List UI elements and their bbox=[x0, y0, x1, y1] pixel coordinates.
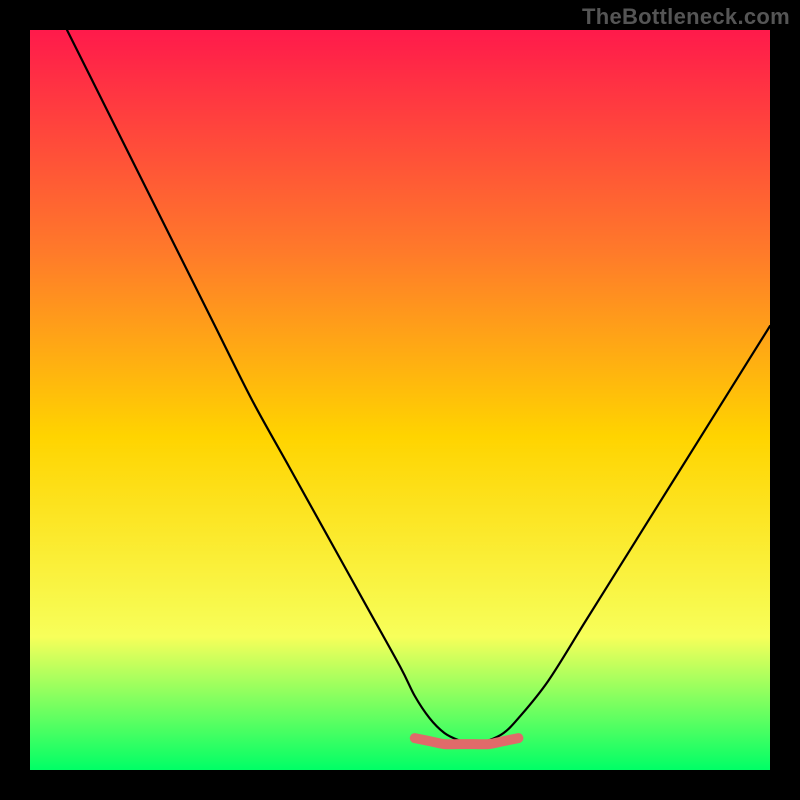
chart-svg bbox=[30, 30, 770, 770]
gradient-background bbox=[30, 30, 770, 770]
plot-area bbox=[30, 30, 770, 770]
chart-frame: TheBottleneck.com bbox=[0, 0, 800, 800]
watermark-text: TheBottleneck.com bbox=[582, 4, 790, 30]
